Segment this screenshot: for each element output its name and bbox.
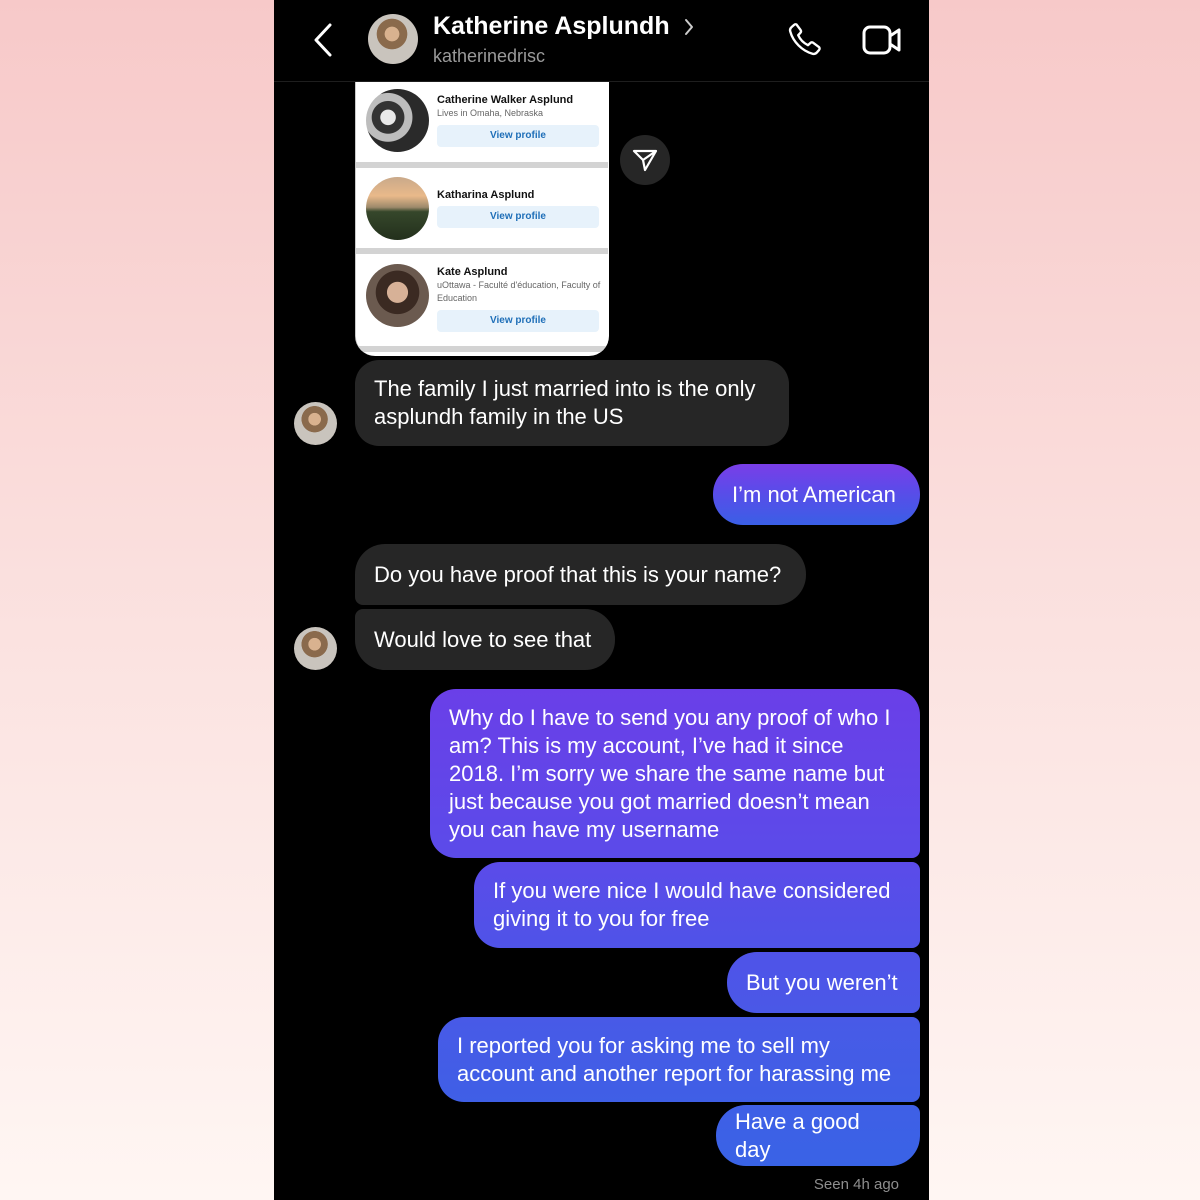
message-bubble-incoming[interactable]: Would love to see that [355,609,615,670]
message-bubble-incoming[interactable]: Do you have proof that this is your name… [355,544,806,605]
sender-avatar[interactable] [294,627,337,670]
message-bubble-outgoing[interactable]: Why do I have to send you any proof of w… [430,689,920,858]
profile-result-2: Katharina Asplund View profile [356,168,608,248]
phone-icon [788,23,821,56]
contact-username: katherinedrisc [433,46,546,66]
contact-details-link[interactable] [683,17,695,37]
card-divider [356,346,608,352]
message-bubble-incoming[interactable]: The family I just married into is the on… [355,360,789,446]
message-bubble-outgoing[interactable]: Have a good day [716,1105,920,1166]
profile-result-name: Katharina Asplund [437,189,535,201]
back-arrow-icon [314,23,332,57]
profile-result-photo [366,264,429,327]
profile-result-photo [366,89,429,152]
video-call-button[interactable] [861,22,903,58]
contact-name[interactable]: Katherine Asplundh [433,12,670,41]
profile-result-1: Catherine Walker Asplund Lives in Omaha,… [356,82,608,162]
view-profile-button[interactable]: View profile [437,125,599,147]
message-bubble-outgoing[interactable]: But you weren’t [727,952,920,1013]
video-camera-icon [862,25,901,55]
message-bubble-outgoing[interactable]: I reported you for asking me to sell my … [438,1017,920,1102]
profile-result-3: Kate Asplund uOttawa - Faculté d'éducati… [356,254,608,346]
audio-call-button[interactable] [786,20,824,58]
message-bubble-outgoing[interactable]: If you were nice I would have considered… [474,862,920,948]
chevron-right-icon [685,19,693,35]
profile-result-photo [366,177,429,240]
profile-result-name: Kate Asplund [437,266,508,278]
message-bubble-outgoing[interactable]: I’m not American [713,464,920,525]
view-profile-button[interactable]: View profile [437,310,599,332]
profile-result-name: Catherine Walker Asplund [437,94,574,106]
view-profile-button[interactable]: View profile [437,206,599,228]
send-icon [632,149,658,172]
seen-status: Seen 4h ago [813,1176,899,1193]
thread-header: Katherine Asplundh katherinedrisc [274,0,929,82]
dm-thread-screen: Katherine Asplundh katherinedrisc Cather… [274,0,929,1200]
sender-avatar[interactable] [294,402,337,445]
back-button[interactable] [310,22,340,58]
shared-image-card[interactable]: Catherine Walker Asplund Lives in Omaha,… [355,82,609,356]
header-avatar[interactable] [368,14,418,64]
share-button[interactable] [620,135,670,185]
profile-result-subtitle: uOttawa - Faculté d'éducation, Faculty o… [437,280,601,303]
profile-result-subtitle: Lives in Omaha, Nebraska [437,108,544,118]
